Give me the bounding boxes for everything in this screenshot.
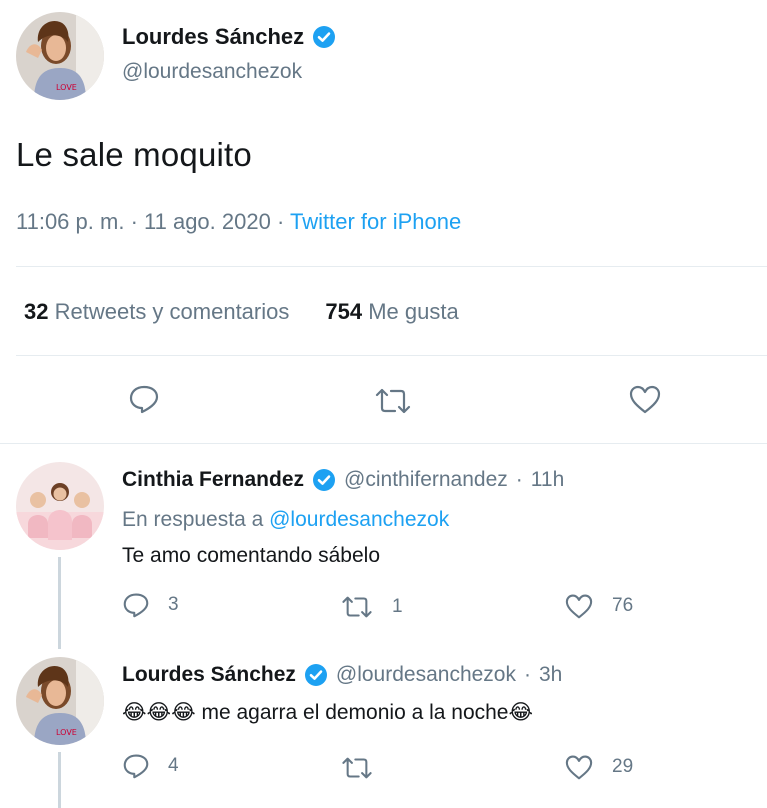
heart-icon — [565, 755, 593, 780]
verified-badge-icon — [313, 469, 336, 491]
heart-icon — [629, 385, 661, 414]
retweets-count: 32 — [24, 299, 49, 324]
svg-text:LOVE: LOVE — [56, 728, 77, 737]
retweet-icon — [375, 388, 411, 414]
reply-text-row: 😂😂😂 me agarra el demonio a la noche😂 — [122, 700, 533, 725]
likes-count: 754 — [325, 299, 363, 324]
thread-line — [58, 752, 61, 808]
tweet-time[interactable]: 11:06 p. m. — [16, 209, 124, 234]
header-separator: · — [515, 468, 523, 491]
reply-icon — [129, 385, 159, 414]
retweet-button[interactable] — [340, 755, 392, 781]
retweets-label: Retweets y comentarios — [54, 299, 290, 324]
main-avatar[interactable]: LOVE — [16, 12, 104, 100]
tweet-date[interactable]: 11 ago. 2020 — [144, 209, 271, 234]
like-button[interactable]: 29 — [564, 754, 633, 780]
reply-author-name[interactable]: Cinthia Fernandez — [122, 468, 304, 492]
avatar-image: LOVE — [16, 657, 104, 745]
retweet-button[interactable]: 1 — [340, 594, 403, 620]
reply-button[interactable]: 4 — [122, 753, 179, 779]
reply-time[interactable]: 11h — [531, 468, 564, 492]
retweet-button[interactable] — [373, 386, 413, 416]
divider — [16, 355, 767, 356]
reply-button[interactable] — [128, 384, 160, 414]
in-reply-to: En respuesta a @lourdesanchezok — [122, 508, 449, 532]
likes-label: Me gusta — [368, 299, 459, 324]
crying-laughing-emoji: 😂 — [508, 701, 534, 724]
verified-badge-icon — [313, 26, 336, 48]
tweet-source-link[interactable]: Twitter for iPhone — [290, 209, 461, 234]
author-handle[interactable]: @lourdesanchezok — [122, 60, 302, 84]
reply-icon — [123, 593, 149, 618]
reply-avatar[interactable]: LOVE — [16, 657, 104, 745]
retweets-stat[interactable]: 32 Retweets y comentarios — [24, 299, 289, 325]
like-count: 29 — [612, 756, 634, 777]
in-reply-prefix: En respuesta a — [122, 508, 264, 531]
meta-separator: · — [130, 209, 138, 234]
reply-author-handle[interactable]: @cinthifernandez — [344, 468, 508, 492]
reply-author-handle[interactable]: @lourdesanchezok — [336, 663, 516, 687]
avatar-image — [16, 462, 104, 550]
reply-author-name[interactable]: Lourdes Sánchez — [122, 663, 296, 687]
author-name-row[interactable]: Lourdes Sánchez — [122, 24, 336, 50]
reply-header: Cinthia Fernandez @cinthifernandez · 11h — [122, 468, 564, 492]
reply-text: Te amo comentando sábelo — [122, 544, 380, 567]
heart-icon — [565, 594, 593, 619]
like-button[interactable]: 76 — [564, 593, 633, 619]
header-separator: · — [523, 663, 531, 686]
reply-count: 4 — [168, 755, 179, 776]
likes-stat[interactable]: 754 Me gusta — [325, 299, 458, 325]
retweet-icon — [342, 757, 372, 779]
reply-text: me agarra el demonio a la noche — [201, 701, 509, 724]
reply-count: 3 — [168, 594, 179, 615]
like-button[interactable] — [628, 384, 662, 414]
crying-laughing-emoji: 😂😂😂 — [122, 701, 196, 724]
tweet-text: Le sale moquito — [16, 136, 252, 173]
verified-badge-icon — [304, 664, 327, 686]
retweet-icon — [342, 596, 372, 618]
reply-time[interactable]: 3h — [539, 663, 562, 687]
tweet-meta: 11:06 p. m. · 11 ago. 2020 · Twitter for… — [16, 209, 461, 235]
tweet-stats: 32 Retweets y comentarios 754 Me gusta — [24, 299, 459, 325]
in-reply-handle-link[interactable]: @lourdesanchezok — [269, 508, 449, 531]
divider — [0, 443, 767, 444]
reply-icon — [123, 754, 149, 779]
author-name[interactable]: Lourdes Sánchez — [122, 24, 304, 50]
thread-line — [58, 557, 61, 649]
svg-text:LOVE: LOVE — [56, 83, 77, 92]
reply-button[interactable]: 3 — [122, 592, 179, 618]
reply-avatar[interactable] — [16, 462, 104, 550]
reply-header: Lourdes Sánchez @lourdesanchezok · 3h — [122, 663, 562, 687]
avatar-image: LOVE — [16, 12, 104, 100]
meta-separator: · — [276, 209, 285, 234]
divider — [16, 266, 767, 267]
like-count: 76 — [612, 595, 634, 616]
retweet-count: 1 — [392, 596, 403, 617]
